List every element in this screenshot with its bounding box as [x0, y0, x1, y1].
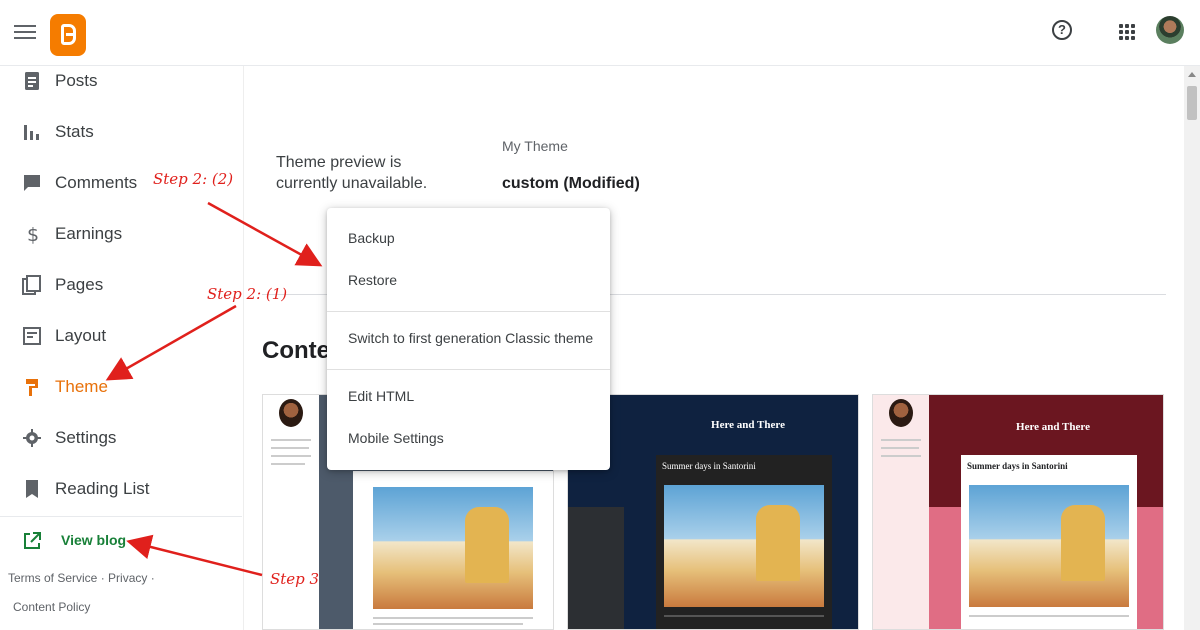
- comments-icon: [24, 175, 40, 191]
- menu-item-label: Backup: [348, 230, 395, 246]
- my-theme-label: My Theme: [502, 138, 568, 154]
- help-icon[interactable]: ?: [1052, 20, 1072, 40]
- theme-roller-icon: [26, 379, 38, 396]
- footer-links: Terms of Service · Privacy ·: [8, 571, 155, 585]
- footer-separator: ·: [150, 571, 155, 585]
- dollar-icon: $: [27, 224, 39, 244]
- menu-divider: [327, 311, 610, 312]
- menu-item-label: Edit HTML: [348, 388, 415, 404]
- preview-unavailable-message: Theme preview is currently unavailable.: [276, 154, 428, 192]
- theme-card-post: Summer days in Santorini: [656, 455, 832, 629]
- menu-item-restore[interactable]: Restore: [327, 262, 610, 298]
- sidebar: Posts Stats Comments $ Earnings Pages La…: [0, 66, 242, 630]
- sidebar-item-label: Layout: [55, 326, 107, 345]
- footer-links-2: Content Policy: [13, 600, 90, 614]
- menu-item-backup[interactable]: Backup: [327, 220, 610, 256]
- page-scrollbar[interactable]: [1184, 66, 1200, 630]
- scroll-up-arrow-icon[interactable]: [1188, 72, 1196, 77]
- theme-card-header: Here and There: [711, 419, 785, 431]
- privacy-link[interactable]: Privacy: [108, 571, 147, 585]
- sidebar-item-posts[interactable]: Posts: [0, 66, 242, 108]
- bookmark-icon: [26, 480, 38, 498]
- svg-text:$: $: [27, 224, 39, 244]
- sidebar-item-layout[interactable]: Layout: [0, 321, 242, 363]
- theme-card-photo: [664, 485, 824, 607]
- open-in-new-icon: [24, 532, 41, 549]
- sidebar-item-settings[interactable]: Settings: [0, 423, 242, 465]
- terms-link[interactable]: Terms of Service: [8, 571, 97, 585]
- theme-name: custom (Modified): [502, 175, 640, 192]
- posts-icon: [25, 72, 39, 90]
- view-blog-link[interactable]: View blog: [0, 526, 242, 568]
- layout-icon: [23, 327, 41, 345]
- sidebar-item-label: Stats: [55, 122, 94, 141]
- scroll-thumb[interactable]: [1187, 86, 1197, 120]
- theme-card-header: Here and There: [1016, 421, 1090, 433]
- sidebar-item-theme[interactable]: Theme: [0, 372, 242, 414]
- apps-grid-icon[interactable]: [1119, 24, 1135, 40]
- theme-card-post: Summer days in Santorini: [961, 455, 1137, 629]
- menu-item-edit-html[interactable]: Edit HTML: [327, 378, 610, 414]
- theme-card-post: [353, 471, 553, 629]
- pages-icon: [22, 275, 41, 295]
- theme-card[interactable]: Here and There Summer days in Santorini: [872, 394, 1164, 630]
- stats-icon: [24, 125, 39, 140]
- sidebar-item-label: Pages: [55, 275, 104, 294]
- menu-item-label: Mobile Settings: [348, 430, 444, 446]
- annotation-step-2-2: Step 2: (2): [153, 170, 234, 188]
- hamburger-icon[interactable]: [14, 22, 36, 42]
- sidebar-item-label: Comments: [55, 173, 138, 192]
- sidebar-item-stats[interactable]: Stats: [0, 117, 242, 159]
- menu-item-mobile-settings[interactable]: Mobile Settings: [327, 420, 610, 456]
- theme-card-photo: [373, 487, 533, 609]
- sidebar-item-pages[interactable]: Pages: [0, 270, 242, 312]
- top-bar: ?: [0, 0, 1200, 66]
- menu-divider: [327, 369, 610, 370]
- sidebar-item-label: Posts: [55, 71, 98, 90]
- annotation-step-3: Step 3: [270, 570, 320, 588]
- theme-card-sidebar: [568, 507, 624, 629]
- theme-options-menu: Backup Restore Switch to first generatio…: [327, 208, 610, 470]
- sidebar-item-label: Theme: [55, 377, 108, 396]
- account-avatar[interactable]: [1156, 16, 1184, 44]
- blogger-logo-icon[interactable]: [50, 14, 86, 56]
- sidebar-item-earnings[interactable]: $ Earnings: [0, 219, 242, 261]
- view-blog-label: View blog: [61, 532, 127, 548]
- theme-card-photo: [969, 485, 1129, 607]
- sidebar-item-label: Reading List: [55, 479, 150, 498]
- menu-item-label: Restore: [348, 272, 398, 288]
- gear-icon: [23, 429, 41, 447]
- theme-card-post-title: Summer days in Santorini: [662, 461, 756, 471]
- theme-card-sidebar: [873, 395, 929, 629]
- footer-separator: ·: [100, 571, 105, 585]
- menu-item-switch-classic[interactable]: Switch to first generation Classic theme: [327, 320, 610, 356]
- theme-card-post-title: Summer days in Santorini: [967, 461, 1068, 471]
- annotation-step-2-1: Step 2: (1): [207, 285, 288, 303]
- theme-card-sidebar: [263, 395, 319, 629]
- menu-item-label: Switch to first generation Classic theme: [348, 330, 594, 346]
- sidebar-item-label: Earnings: [55, 224, 123, 243]
- content-policy-link[interactable]: Content Policy: [13, 600, 90, 614]
- sidebar-divider: [0, 516, 242, 517]
- sidebar-item-reading-list[interactable]: Reading List: [0, 474, 242, 516]
- theme-card-portrait: [889, 399, 913, 427]
- theme-card[interactable]: Here and There Summer days in Santorini: [567, 394, 859, 630]
- sidebar-item-label: Settings: [55, 428, 117, 447]
- theme-card-portrait: [279, 399, 303, 427]
